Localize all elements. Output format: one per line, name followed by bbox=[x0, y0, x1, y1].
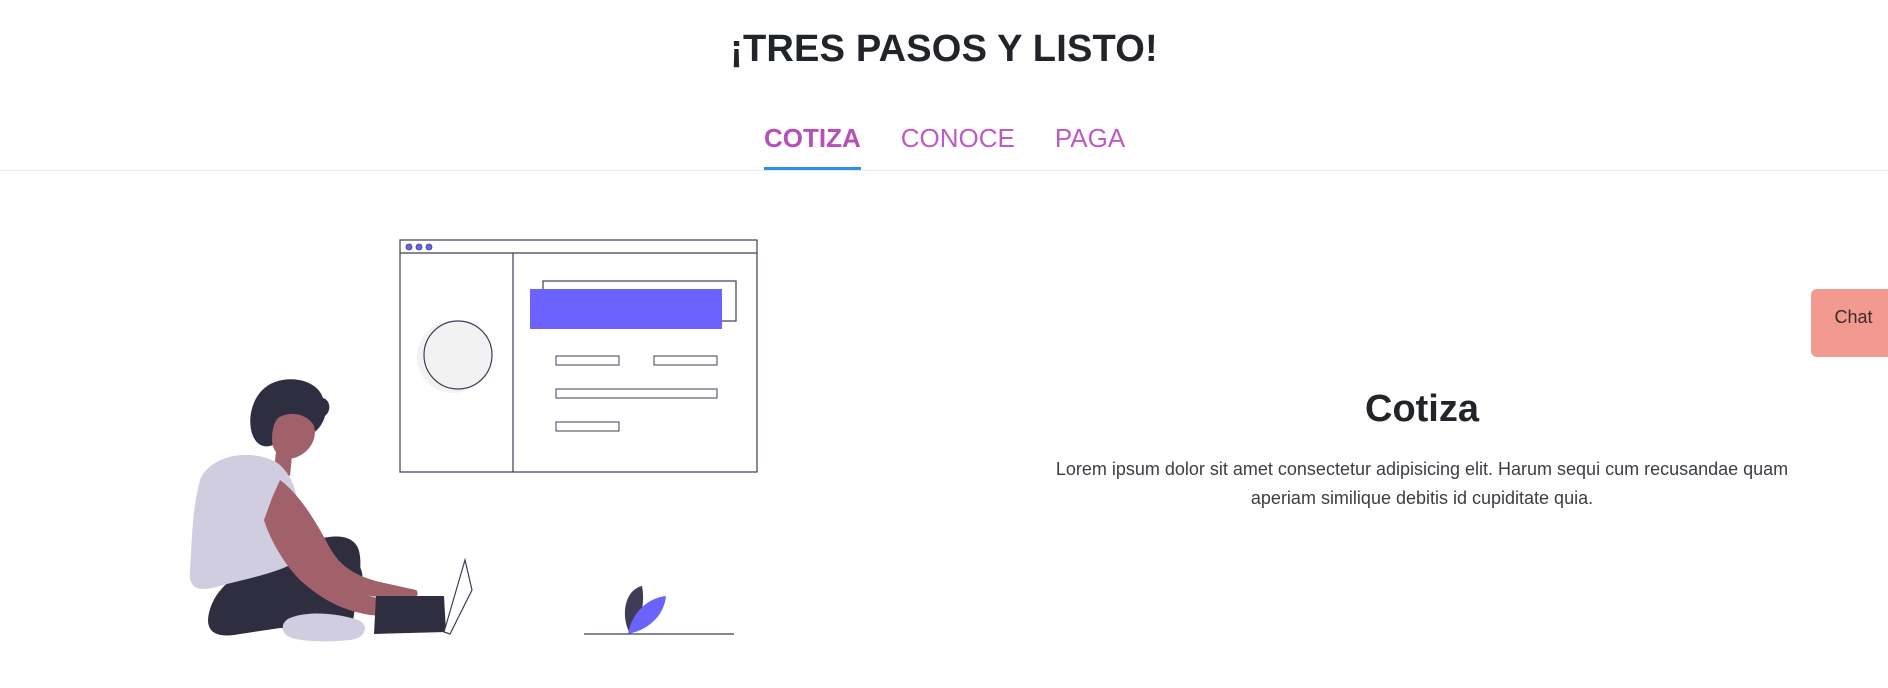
steps-tabs: COTIZA CONOCE PAGA bbox=[764, 110, 1165, 170]
step-content: Cotiza Lorem ipsum dolor sit amet consec… bbox=[1050, 388, 1794, 513]
plant-graphic bbox=[584, 586, 734, 635]
person-laptop-illustration bbox=[189, 239, 758, 642]
browser-window-graphic bbox=[399, 239, 758, 473]
step-heading: Cotiza bbox=[1365, 388, 1479, 430]
tab-cotiza[interactable]: COTIZA bbox=[764, 110, 861, 170]
steps-tab-bar: COTIZA CONOCE PAGA bbox=[0, 110, 1888, 171]
tab-paga[interactable]: PAGA bbox=[1055, 110, 1125, 170]
step-description: Lorem ipsum dolor sit amet consectetur a… bbox=[1055, 459, 1789, 508]
page-title: ¡TRES PASOS Y LISTO! bbox=[730, 28, 1158, 70]
chat-button[interactable]: Chat bbox=[1811, 289, 1888, 357]
page: ¡TRES PASOS Y LISTO! COTIZA CONOCE PAGA bbox=[0, 0, 1888, 688]
tab-conoce[interactable]: CONOCE bbox=[901, 110, 1015, 170]
